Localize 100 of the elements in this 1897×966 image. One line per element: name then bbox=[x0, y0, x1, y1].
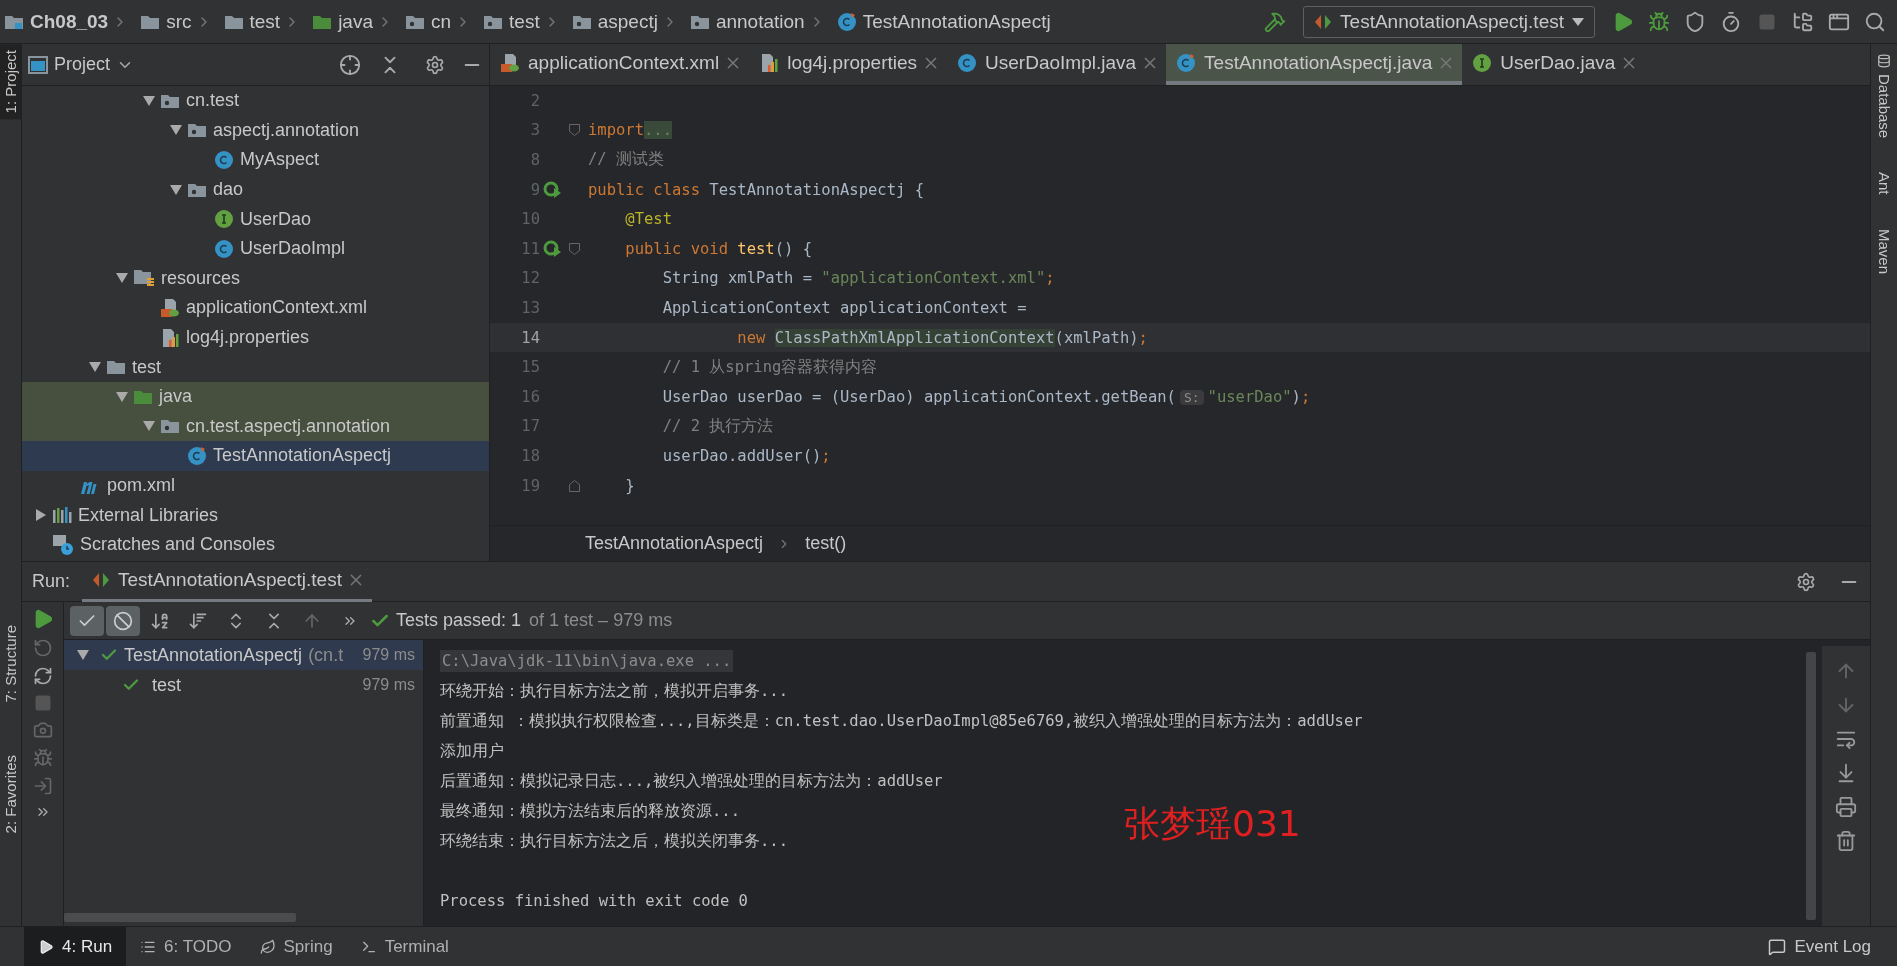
expand-arrow-icon[interactable] bbox=[170, 125, 182, 136]
folder-icon bbox=[106, 359, 126, 376]
console-line: 后置通知：模拟记录日志...,被织入增强处理的目标方法为：addUser bbox=[440, 770, 943, 792]
trash-icon[interactable] bbox=[1835, 830, 1857, 852]
tree-item[interactable]: applicationContext.xml bbox=[22, 293, 489, 323]
breadcrumb-item[interactable]: test() bbox=[805, 533, 847, 554]
run-tab[interactable]: TestAnnotationAspectj.test bbox=[82, 561, 372, 602]
tool-window-tab[interactable]: 1: Project bbox=[0, 44, 21, 120]
tree-item[interactable]: MyAspect bbox=[22, 145, 489, 175]
breadcrumb-item[interactable]: src bbox=[166, 10, 192, 33]
code-line: ApplicationContext applicationContext = bbox=[661, 298, 1027, 317]
editor-tab[interactable]: TestAnnotationAspectj.java bbox=[1166, 44, 1463, 85]
settings-icon[interactable] bbox=[425, 54, 445, 75]
module-folder-icon bbox=[4, 13, 24, 30]
close-icon[interactable] bbox=[349, 574, 362, 586]
fold-icon[interactable] bbox=[569, 242, 580, 255]
editor-tab[interactable]: log4j.properties bbox=[749, 44, 948, 85]
tool-window-tab[interactable]: 6: TODO bbox=[126, 926, 246, 966]
expand-arrow-icon[interactable] bbox=[116, 273, 128, 284]
tool-window-tab[interactable]: 7: Structure bbox=[0, 619, 21, 709]
tool-window-tab[interactable]: Spring bbox=[245, 926, 347, 966]
line-number: 18 bbox=[520, 446, 540, 465]
tool-window-tab[interactable]: 4: Run bbox=[24, 926, 127, 966]
debug-icon[interactable] bbox=[1648, 10, 1670, 33]
close-icon[interactable] bbox=[727, 56, 740, 69]
tree-item[interactable]: UserDao bbox=[22, 204, 489, 234]
editor-tab[interactable]: UserDaoImpl.java bbox=[947, 44, 1167, 85]
leaf-icon bbox=[259, 938, 276, 955]
tool-window-tab[interactable]: Maven bbox=[1873, 224, 1895, 278]
tool-window-tab[interactable]: Terminal bbox=[346, 926, 463, 966]
event-log-button[interactable]: Event Log bbox=[1768, 936, 1871, 957]
breadcrumb-item[interactable]: cn bbox=[431, 10, 452, 33]
project-structure-icon[interactable] bbox=[1792, 10, 1814, 33]
line-number: 16 bbox=[520, 387, 540, 406]
tree-item[interactable]: java bbox=[22, 381, 489, 412]
tree-item[interactable]: cn.test bbox=[22, 86, 489, 116]
tool-window-tab[interactable]: Ant bbox=[1873, 168, 1895, 199]
tree-item[interactable]: Scratches and Consoles bbox=[22, 529, 489, 560]
print-icon[interactable] bbox=[1835, 796, 1857, 818]
hammer-icon[interactable] bbox=[1264, 10, 1287, 33]
expand-arrow-icon[interactable] bbox=[143, 95, 155, 106]
fold-icon[interactable] bbox=[569, 124, 580, 137]
test-result-item[interactable]: test 979 ms bbox=[64, 670, 423, 700]
dropdown-caret-icon bbox=[1572, 17, 1584, 26]
properties-file-icon bbox=[759, 52, 780, 73]
tree-item[interactable]: External Libraries bbox=[22, 500, 489, 530]
locate-icon[interactable] bbox=[339, 53, 361, 76]
scrollbar[interactable] bbox=[64, 913, 296, 922]
collapse-arrow-icon[interactable] bbox=[36, 509, 46, 522]
breadcrumb-item[interactable]: aspectj bbox=[597, 10, 658, 33]
tree-item[interactable]: aspectj.annotation bbox=[22, 115, 489, 146]
tree-item[interactable]: log4j.properties bbox=[22, 322, 489, 353]
expand-arrow-icon[interactable] bbox=[116, 391, 128, 402]
search-icon[interactable] bbox=[1864, 10, 1886, 33]
tree-item[interactable]: pom.xml bbox=[22, 470, 489, 501]
breadcrumb-item[interactable]: TestAnnotationAspectj bbox=[862, 10, 1051, 33]
annotation-text: 张梦瑶031 bbox=[1124, 802, 1301, 846]
code-line: userDao.addUser(); bbox=[661, 446, 831, 465]
database-icon[interactable] bbox=[1877, 54, 1891, 68]
settings-icon[interactable] bbox=[1796, 571, 1816, 592]
breadcrumb-item[interactable]: Ch08_03 bbox=[30, 10, 109, 33]
fold-icon[interactable] bbox=[569, 479, 580, 492]
show-passed-toggle[interactable] bbox=[70, 605, 104, 636]
tree-item[interactable]: dao bbox=[22, 174, 489, 205]
class-icon bbox=[214, 150, 234, 170]
close-icon[interactable] bbox=[1144, 56, 1157, 69]
breadcrumb-item[interactable]: java bbox=[338, 10, 373, 33]
folder-icon bbox=[133, 388, 153, 405]
interface-icon bbox=[1472, 52, 1493, 73]
tree-item[interactable]: TestAnnotationAspectj bbox=[22, 441, 489, 471]
test-result-item[interactable]: TestAnnotationAspectj (cn.t 979 ms bbox=[64, 640, 423, 670]
tree-item[interactable]: test bbox=[22, 352, 489, 382]
breadcrumb-item[interactable]: test bbox=[249, 10, 281, 33]
tool-window-tab[interactable]: 2: Favorites bbox=[0, 748, 21, 840]
expand-arrow-icon[interactable] bbox=[170, 184, 182, 195]
expand-arrow-icon[interactable] bbox=[143, 421, 155, 432]
tree-item[interactable]: resources bbox=[22, 263, 489, 294]
breadcrumb-item[interactable]: test bbox=[509, 10, 540, 33]
editor-tab[interactable]: applicationContext.xml bbox=[490, 44, 750, 85]
scrollbar[interactable] bbox=[1806, 652, 1816, 920]
breadcrumb-item[interactable]: TestAnnotationAspectj bbox=[585, 533, 764, 554]
resources-folder-icon bbox=[133, 269, 155, 288]
junit-icon bbox=[92, 572, 111, 588]
close-icon[interactable] bbox=[925, 56, 938, 69]
breadcrumb-item[interactable]: annotation bbox=[715, 10, 805, 33]
run-test-icon[interactable] bbox=[543, 180, 563, 199]
tree-item[interactable]: cn.test.aspectj.annotation bbox=[22, 411, 489, 442]
run-test-icon[interactable] bbox=[543, 239, 563, 258]
run-configuration-dropdown[interactable]: TestAnnotationAspectj.test bbox=[1303, 5, 1595, 38]
line-number: 13 bbox=[520, 298, 540, 317]
tree-item[interactable]: UserDaoImpl bbox=[22, 233, 489, 264]
line-number: 17 bbox=[520, 417, 540, 436]
show-ignored-toggle[interactable] bbox=[106, 605, 140, 636]
expand-arrow-icon[interactable] bbox=[77, 650, 89, 660]
close-icon[interactable] bbox=[1623, 56, 1636, 69]
expand-arrow-icon[interactable] bbox=[89, 362, 101, 373]
editor-tab[interactable]: UserDao.java bbox=[1462, 44, 1646, 85]
xml-file-icon bbox=[160, 297, 180, 318]
project-view-title[interactable]: Project bbox=[54, 54, 111, 75]
tool-window-tab[interactable]: Database bbox=[1873, 70, 1895, 143]
